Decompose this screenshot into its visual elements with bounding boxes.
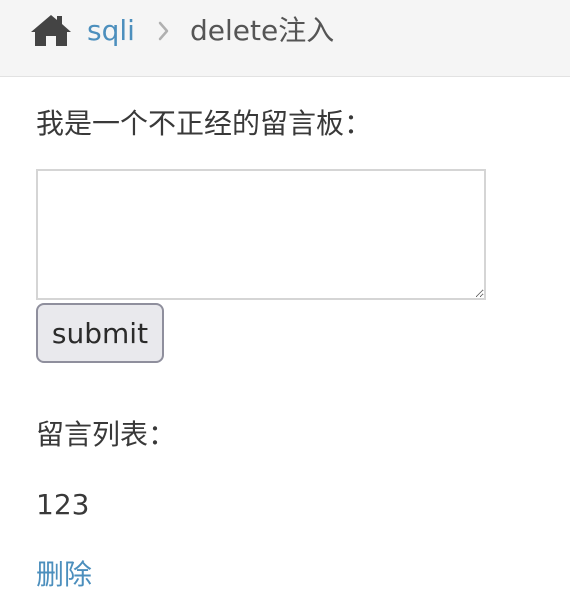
delete-link[interactable]: 删除 [36, 555, 92, 595]
home-icon[interactable] [29, 12, 73, 48]
message-list-title: 留言列表： [36, 418, 177, 451]
breadcrumb: sqli delete注入 [0, 0, 570, 77]
form-title: 我是一个不正经的留言板： [36, 107, 373, 140]
breadcrumb-link-sqli[interactable]: sqli [87, 12, 135, 50]
message-item-text: 123 [36, 488, 90, 521]
chevron-right-icon [157, 19, 171, 43]
breadcrumb-current: delete注入 [190, 14, 335, 47]
message-textarea[interactable] [36, 169, 486, 300]
submit-button[interactable]: submit [36, 303, 164, 363]
